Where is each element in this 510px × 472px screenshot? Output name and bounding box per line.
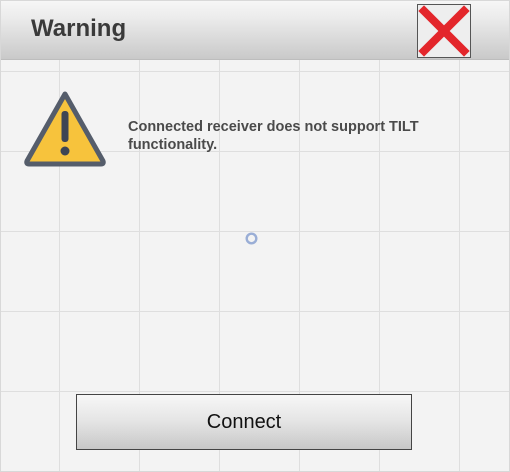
connect-button-label: Connect bbox=[206, 410, 282, 433]
warning-message: Connected receiver does not support TILT… bbox=[128, 119, 419, 153]
dialog-title: Warning bbox=[31, 15, 127, 42]
connect-button[interactable]: Connect bbox=[76, 394, 412, 450]
warning-triangle-icon bbox=[24, 91, 106, 167]
warning-dialog: Warning Connected receiver does not supp… bbox=[0, 0, 510, 472]
loading-spinner-icon bbox=[245, 232, 258, 245]
close-button[interactable] bbox=[417, 4, 471, 58]
dialog-titlebar: Warning bbox=[1, 1, 509, 60]
close-x-icon bbox=[418, 5, 470, 57]
